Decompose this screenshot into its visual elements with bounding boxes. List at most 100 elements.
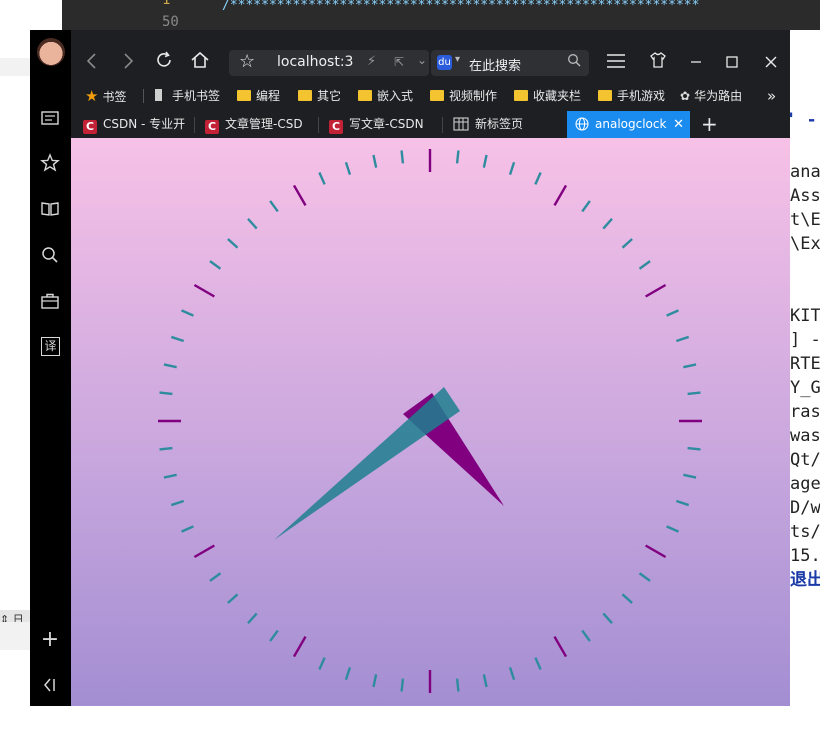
code-line: Y_G <box>790 378 820 398</box>
chevron-down-icon[interactable]: ▾ <box>455 54 460 65</box>
menu-icon[interactable] <box>601 48 631 78</box>
bookmark-folder[interactable]: 手机游戏 <box>598 86 665 106</box>
tab-analogclock[interactable]: analogclock ✕ <box>567 111 690 138</box>
code-fragment: ' - <box>786 110 817 130</box>
close-icon[interactable] <box>756 48 786 78</box>
search-box[interactable]: du ▾ 在此搜索 <box>431 50 589 76</box>
hour-tick <box>645 283 667 298</box>
minute-tick <box>638 572 651 582</box>
minute-tick <box>318 657 326 670</box>
minute-tick <box>159 446 173 451</box>
code-line: ts/ <box>790 522 820 542</box>
browser-window: 译 + ☆ localhost:3 ⚡ ⇱ ⌄ du ▾ 在此搜索 ★ 书签 手… <box>30 30 790 706</box>
reading-list-icon[interactable] <box>40 108 60 128</box>
minute-tick <box>181 525 194 533</box>
minute-hand <box>274 387 460 540</box>
search-icon[interactable] <box>567 53 581 71</box>
back-icon[interactable] <box>79 48 105 78</box>
new-tab-button[interactable]: + <box>701 111 718 138</box>
minute-tick <box>372 674 378 688</box>
huawei-icon: ✿ <box>680 89 691 103</box>
bookmark-folder[interactable]: 编程 <box>237 86 280 106</box>
lightning-icon[interactable]: ⚡ <box>367 54 376 69</box>
hour-tick <box>553 636 568 658</box>
bookmark-label: 视频制作 <box>449 89 498 103</box>
more-bookmarks-button[interactable]: » <box>767 86 776 106</box>
collapse-icon[interactable] <box>40 675 60 695</box>
minute-tick <box>400 150 405 164</box>
minute-tick <box>534 657 542 670</box>
tab-csdn[interactable]: C CSDN - 专业开 <box>75 111 193 138</box>
code-line: Qt/ <box>790 450 820 470</box>
minute-tick <box>482 154 488 168</box>
minute-tick <box>683 363 697 369</box>
minute-tick <box>247 612 258 624</box>
minute-tick <box>227 238 239 249</box>
csdn-icon: C <box>205 120 219 134</box>
bookmark-star-icon[interactable]: ☆ <box>239 51 255 72</box>
minute-tick <box>666 309 679 317</box>
bookmark-folder[interactable]: 收藏夹栏 <box>514 86 581 106</box>
browser-sidebar: 译 + <box>30 30 71 706</box>
minute-tick <box>675 335 690 343</box>
share-icon[interactable]: ⇱ <box>394 55 404 69</box>
user-avatar[interactable] <box>37 38 65 66</box>
minute-tick <box>163 473 177 479</box>
folder-icon <box>514 90 528 101</box>
shirt-icon[interactable] <box>643 48 673 78</box>
minute-tick <box>602 218 613 230</box>
bookmark-label: 手机书签 <box>172 89 221 103</box>
minute-tick <box>318 172 326 185</box>
briefcase-icon[interactable] <box>40 291 60 311</box>
home-icon[interactable] <box>187 48 213 78</box>
maximize-icon[interactable] <box>717 48 747 78</box>
page-content <box>71 138 790 706</box>
bookmark-item[interactable]: 手机书签 <box>155 86 220 106</box>
code-line: \Ex <box>790 234 820 254</box>
divider <box>318 117 319 133</box>
bookmark-folder[interactable]: 嵌入式 <box>358 86 413 106</box>
minute-tick <box>344 161 352 176</box>
tab-write-article[interactable]: C 写文章-CSDN <box>321 111 439 138</box>
bookmark-folder[interactable]: 其它 <box>298 86 341 106</box>
minute-tick <box>227 593 239 604</box>
add-icon[interactable]: + <box>40 629 60 651</box>
translate-icon[interactable]: 译 <box>41 337 60 356</box>
dropdown-icon[interactable]: ⌄ <box>417 53 427 67</box>
hour-tick <box>645 544 667 559</box>
minute-tick <box>181 309 194 317</box>
bookmarks-menu[interactable]: ★ 书签 <box>85 86 126 106</box>
divider <box>194 117 195 133</box>
minute-tick <box>209 572 222 582</box>
line-number: 50 <box>162 14 179 30</box>
minute-tick <box>508 161 516 176</box>
minimize-icon[interactable] <box>681 48 711 78</box>
background-code: ana Ass t\E \Ex KIT] - RTE Y_G ras was Qt/age D/w… <box>790 160 820 592</box>
address-bar[interactable]: ☆ localhost:3 ⚡ ⇱ ⌄ <box>229 50 429 76</box>
refresh-icon[interactable] <box>151 48 177 78</box>
baidu-icon[interactable]: du <box>437 55 452 70</box>
tab-label: 文章管理-CSD <box>225 117 303 131</box>
bookmark-item[interactable]: ✿ 华为路由 <box>680 86 742 106</box>
book-icon[interactable] <box>40 199 60 219</box>
csdn-icon: C <box>83 120 97 134</box>
minute-tick <box>159 391 173 396</box>
close-tab-icon[interactable]: ✕ <box>673 111 684 138</box>
bookmark-folder[interactable]: 视频制作 <box>430 86 497 106</box>
minute-tick <box>455 678 460 692</box>
minute-tick <box>372 154 378 168</box>
minute-tick <box>621 593 633 604</box>
code-line: age <box>790 474 820 494</box>
star-icon[interactable] <box>40 153 60 173</box>
forward-icon[interactable] <box>115 48 141 78</box>
star-icon: ★ <box>85 87 99 105</box>
minute-tick <box>687 446 701 451</box>
tab-label: CSDN - 专业开 <box>103 117 186 131</box>
minute-tick <box>675 499 690 507</box>
divider <box>143 89 144 103</box>
tab-new-tab[interactable]: 新标签页 <box>445 111 563 138</box>
code-line: D/w <box>790 498 820 518</box>
search-icon[interactable] <box>40 245 60 265</box>
tab-article-manage[interactable]: C 文章管理-CSD <box>197 111 315 138</box>
